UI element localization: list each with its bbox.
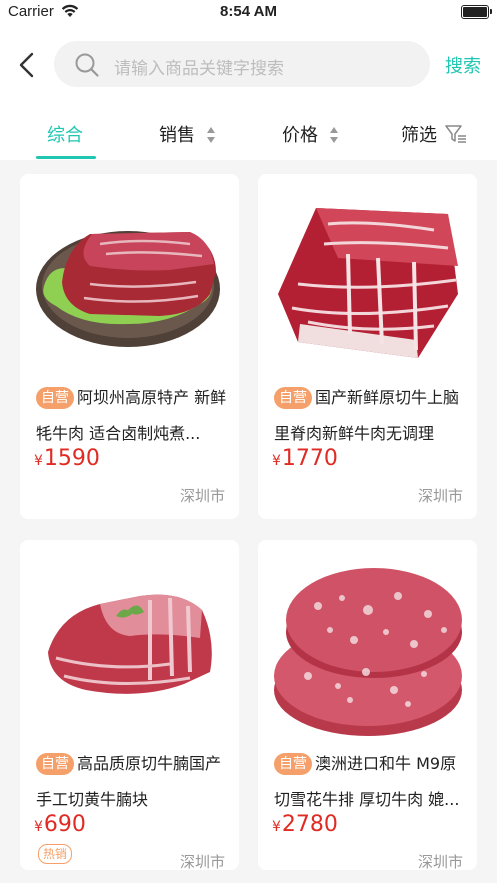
hot-sale-tag: 热销: [38, 844, 73, 864]
product-card[interactable]: 自营 阿坝州高原特产 新鲜牦牛肉 适合卤制炖煮... ¥1590 深圳市: [20, 174, 239, 519]
sort-arrows-icon[interactable]: [206, 126, 216, 144]
self-operated-badge: 自营: [274, 387, 312, 409]
battery-icon: [461, 5, 492, 19]
product-image[interactable]: [258, 540, 477, 740]
search-box[interactable]: 请输入商品关键字搜索: [54, 41, 430, 87]
back-arrow-icon[interactable]: [14, 50, 40, 80]
clock: 8:54 AM: [220, 3, 277, 20]
sort-arrows-icon[interactable]: [329, 126, 339, 144]
product-location: 深圳市: [417, 487, 463, 505]
search-icon: [75, 53, 99, 77]
tab-filter[interactable]: 筛选: [401, 121, 437, 147]
product-title[interactable]: 自营 澳洲进口和牛 M9原切雪花牛排 厚切牛肉 媲...: [274, 746, 469, 818]
product-image[interactable]: [20, 174, 239, 374]
product-title[interactable]: 自营 高品质原切牛腩国产手工切黄牛腩块: [36, 746, 231, 818]
tab-sales[interactable]: 销售: [159, 121, 195, 147]
product-price: ¥2780: [272, 812, 338, 837]
search-placeholder[interactable]: 请输入商品关键字搜索: [114, 54, 284, 79]
product-location: 深圳市: [179, 853, 225, 870]
status-bar: Carrier 8:54 AM: [0, 0, 497, 26]
sort-tabs: 综合 销售 价格 筛选: [0, 104, 497, 160]
self-operated-badge: 自营: [36, 753, 74, 775]
product-image[interactable]: [20, 540, 239, 740]
filter-icon[interactable]: [445, 124, 467, 144]
product-title[interactable]: 自营 阿坝州高原特产 新鲜牦牛肉 适合卤制炖煮...: [36, 380, 231, 452]
product-image[interactable]: [258, 174, 477, 374]
tab-comprehensive[interactable]: 综合: [47, 121, 83, 147]
product-card[interactable]: 自营 高品质原切牛腩国产手工切黄牛腩块 ¥690 热销 深圳市: [20, 540, 239, 870]
self-operated-badge: 自营: [274, 753, 312, 775]
self-operated-badge: 自营: [36, 387, 74, 409]
product-price: ¥690: [34, 812, 86, 837]
product-price: ¥1770: [272, 446, 338, 471]
active-tab-indicator: [36, 156, 96, 159]
product-location: 深圳市: [179, 487, 225, 505]
search-button[interactable]: 搜索: [445, 52, 481, 78]
tab-price[interactable]: 价格: [282, 121, 318, 147]
product-card[interactable]: 自营 国产新鲜原切牛上脑里脊肉新鲜牛肉无调理 ¥1770 深圳市: [258, 174, 477, 519]
product-location: 深圳市: [417, 853, 463, 870]
product-title[interactable]: 自营 国产新鲜原切牛上脑里脊肉新鲜牛肉无调理: [274, 380, 469, 452]
product-card[interactable]: 自营 澳洲进口和牛 M9原切雪花牛排 厚切牛肉 媲... ¥2780 深圳市: [258, 540, 477, 870]
search-header: 请输入商品关键字搜索 搜索: [0, 26, 497, 104]
product-price: ¥1590: [34, 446, 100, 471]
